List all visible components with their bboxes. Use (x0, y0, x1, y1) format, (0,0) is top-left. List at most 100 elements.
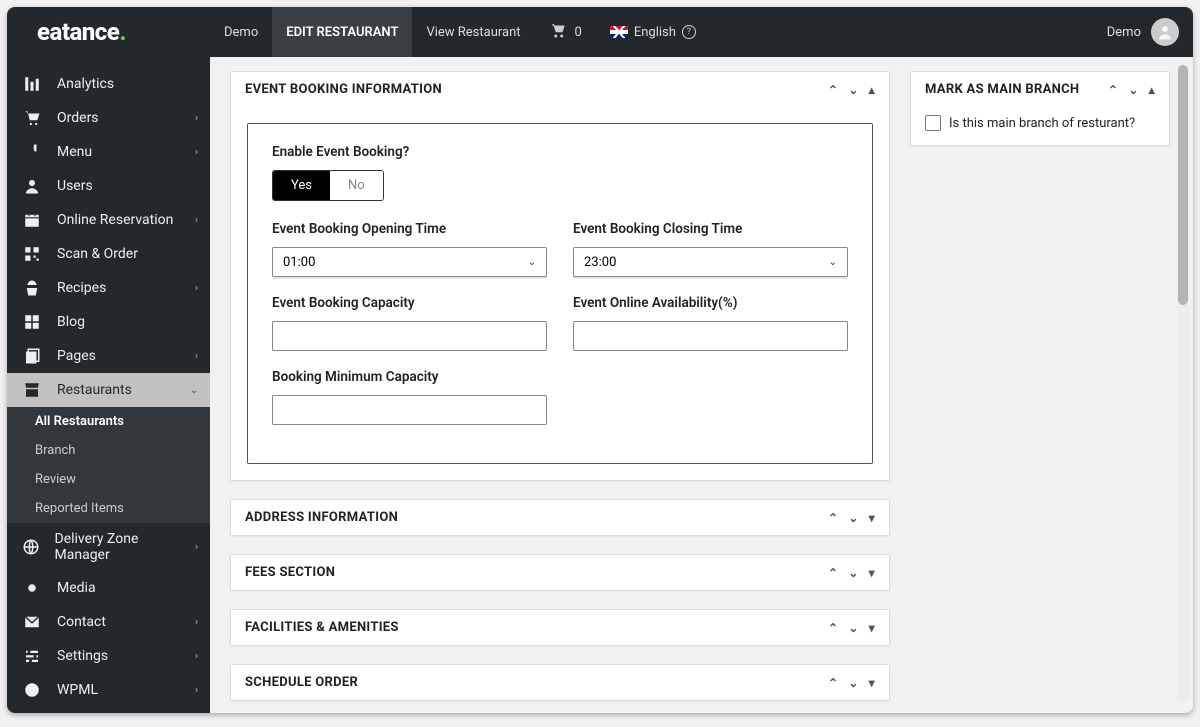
cart-icon (549, 21, 567, 43)
avatar (1151, 18, 1179, 46)
scrollbar-thumb[interactable] (1178, 65, 1188, 305)
collapse-icon[interactable]: ▴ (869, 83, 875, 97)
toggle-no[interactable]: No (330, 171, 383, 200)
sidebar-item-label: Pages (57, 348, 96, 364)
panel-facilities-amenities: FACILITIES & AMENITIES ⌃ ⌄ ▾ (230, 609, 890, 646)
move-down-icon[interactable]: ⌄ (848, 511, 858, 525)
min-capacity-input[interactable] (272, 395, 547, 425)
media-icon (21, 579, 43, 597)
enable-event-toggle: Yes No (272, 170, 384, 201)
toggle-yes[interactable]: Yes (273, 171, 330, 200)
enable-event-label: Enable Event Booking? (272, 144, 848, 160)
top-link-edit-restaurant[interactable]: EDIT RESTAURANT (272, 7, 412, 57)
sidebar-item-settings[interactable]: Settings› (7, 639, 210, 673)
chevron-right-icon: › (195, 685, 198, 696)
chevron-right-icon: › (195, 113, 198, 124)
move-up-icon[interactable]: ⌃ (828, 566, 838, 580)
sidebar-sub-reported-items[interactable]: Reported Items (7, 494, 210, 523)
panel-title: FACILITIES & AMENITIES (245, 620, 399, 635)
sidebar-sub-review[interactable]: Review (7, 465, 210, 494)
cart-indicator[interactable]: 0 (535, 21, 596, 43)
language-switcher[interactable]: English ? (596, 25, 710, 40)
sidebar-item-blog[interactable]: Blog (7, 305, 210, 339)
sidebar-item-wpml[interactable]: WPML› (7, 673, 210, 707)
sidebar-item-contact[interactable]: Contact › (7, 605, 210, 639)
move-down-icon[interactable]: ⌄ (848, 676, 858, 690)
user-icon (21, 177, 43, 195)
availability-input[interactable] (573, 321, 848, 351)
sidebar-sub-branch[interactable]: Branch (7, 436, 210, 465)
min-capacity-label: Booking Minimum Capacity (272, 369, 547, 385)
main-branch-checkbox[interactable] (925, 115, 941, 131)
panel-fees-section: FEES SECTION⌃⌄▾ (230, 554, 890, 591)
sidebar-item-menu[interactable]: Menu› (7, 135, 210, 169)
event-booking-panel: EVENT BOOKING INFORMATION ⌃ ⌄ ▴ Enable E… (230, 71, 890, 481)
sidebar-item-label: Blog (57, 314, 85, 330)
sidebar-item-delivery-zone-manager[interactable]: Delivery Zone Manager› (7, 523, 210, 571)
sidebar-item-restaurants[interactable]: Restaurants ⌄ (7, 373, 210, 407)
user-menu[interactable]: Demo (1107, 18, 1193, 46)
closing-time-select[interactable]: 23:00 ⌄ (573, 247, 848, 277)
expand-icon[interactable]: ▾ (869, 621, 875, 635)
globe-icon (21, 538, 41, 556)
panel-title: SCHEDULE ORDER (245, 675, 358, 690)
cart-count: 0 (575, 25, 582, 40)
sidebar-item-analytics[interactable]: Analytics (7, 67, 210, 101)
chevron-right-icon: › (195, 617, 198, 628)
sidebar: AnalyticsOrders›Menu›UsersOnline Reserva… (7, 57, 210, 713)
move-up-icon[interactable]: ⌃ (828, 83, 838, 97)
chevron-down-icon: ⌄ (528, 257, 536, 268)
sidebar-item-label: Menu (57, 144, 92, 160)
wpml-icon (21, 681, 43, 699)
opening-time-select[interactable]: 01:00 ⌄ (272, 247, 547, 277)
logo[interactable]: eatance. (7, 18, 210, 46)
language-label: English (634, 25, 676, 40)
sidebar-item-label: Analytics (57, 76, 114, 92)
move-down-icon[interactable]: ⌄ (1128, 83, 1138, 97)
move-up-icon[interactable]: ⌃ (828, 621, 838, 635)
move-up-icon[interactable]: ⌃ (828, 511, 838, 525)
user-name: Demo (1107, 25, 1141, 40)
expand-icon[interactable]: ▾ (869, 511, 875, 525)
opening-time-label: Event Booking Opening Time (272, 221, 547, 237)
collapse-icon[interactable]: ▴ (1149, 83, 1155, 97)
scrollbar[interactable] (1177, 65, 1189, 703)
menu-icon (21, 143, 43, 161)
top-link-view-restaurant[interactable]: View Restaurant (412, 7, 534, 57)
panel-address-information: ADDRESS INFORMATION⌃⌄▾ (230, 499, 890, 536)
move-down-icon[interactable]: ⌄ (848, 566, 858, 580)
closing-time-value: 23:00 (584, 255, 616, 270)
cupcake-icon (21, 279, 43, 297)
move-up-icon[interactable]: ⌃ (828, 676, 838, 690)
sidebar-item-label: Contact (57, 614, 106, 630)
move-up-icon[interactable]: ⌃ (1108, 83, 1118, 97)
sidebar-item-orders[interactable]: Orders› (7, 101, 210, 135)
sidebar-item-label: Users (57, 178, 93, 194)
main-branch-checkbox-label: Is this main branch of resturant? (949, 116, 1135, 131)
sidebar-item-users[interactable]: Users (7, 169, 210, 203)
sidebar-item-label: Restaurants (57, 382, 132, 398)
move-down-icon[interactable]: ⌄ (848, 621, 858, 635)
sidebar-item-online-reservation[interactable]: Online Reservation› (7, 203, 210, 237)
sidebar-item-recipes[interactable]: Recipes› (7, 271, 210, 305)
chevron-right-icon: › (195, 651, 198, 662)
chevron-right-icon: › (195, 542, 198, 553)
brand-name: eatance (37, 18, 119, 46)
panel-schedule-order: SCHEDULE ORDER ⌃ ⌄ ▾ (230, 664, 890, 701)
capacity-input[interactable] (272, 321, 547, 351)
sidebar-item-scan-order[interactable]: Scan & Order (7, 237, 210, 271)
move-down-icon[interactable]: ⌄ (848, 83, 858, 97)
top-link-demo[interactable]: Demo (210, 7, 272, 57)
expand-icon[interactable]: ▾ (869, 566, 875, 580)
chevron-right-icon: › (195, 351, 198, 362)
sidebar-item-pages[interactable]: Pages › (7, 339, 210, 373)
closing-time-label: Event Booking Closing Time (573, 221, 848, 237)
qr-icon (21, 245, 43, 263)
chevron-right-icon: › (195, 215, 198, 226)
expand-icon[interactable]: ▾ (869, 676, 875, 690)
grid-icon (21, 313, 43, 331)
sidebar-item-media[interactable]: Media (7, 571, 210, 605)
capacity-label: Event Booking Capacity (272, 295, 547, 311)
opening-time-value: 01:00 (283, 255, 315, 270)
sidebar-sub-all-restaurants[interactable]: All Restaurants (7, 407, 210, 436)
